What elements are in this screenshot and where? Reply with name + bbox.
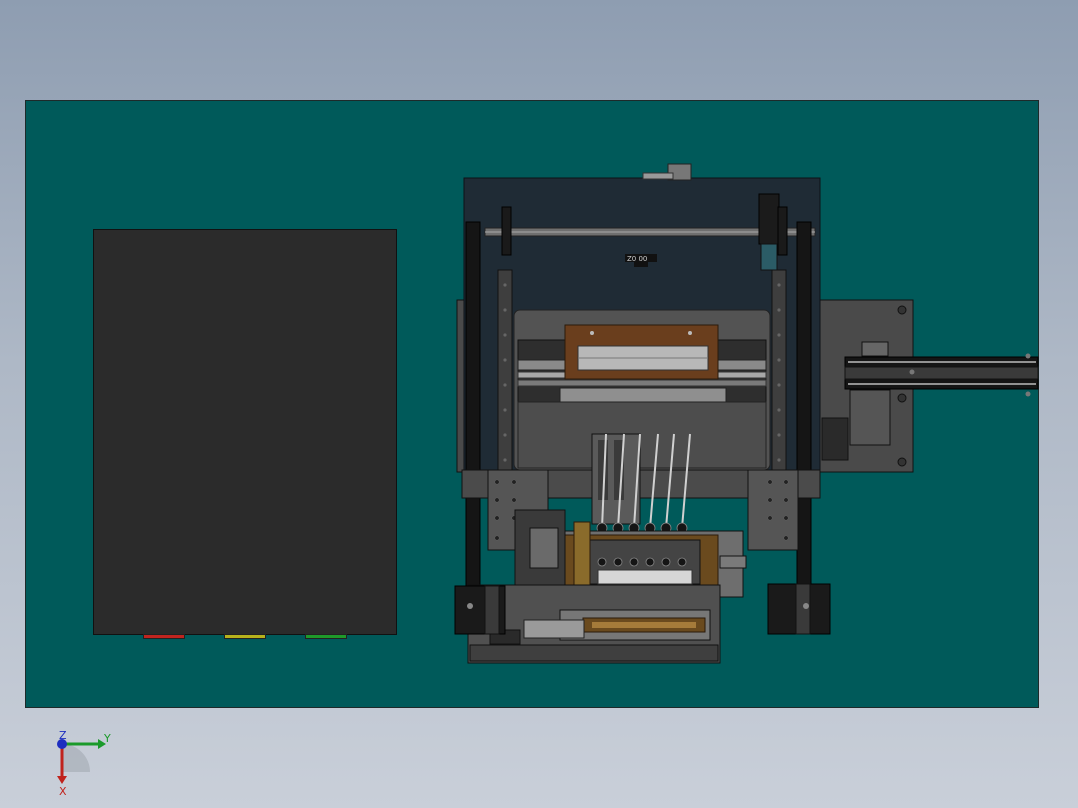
right-rail-outer <box>796 221 812 635</box>
indicator-lamp-yellow <box>224 634 266 639</box>
cad-viewport[interactable]: Z0 00 Z Y X <box>0 0 1078 808</box>
machine-assembly[interactable]: Z0 00 <box>440 160 1040 670</box>
screw-head <box>897 393 907 403</box>
side-motor <box>849 389 891 446</box>
screw-head <box>897 457 907 467</box>
coordinate-axis-triad-icon: Z Y X <box>57 729 111 798</box>
plate-label: Z0 00 <box>627 255 647 263</box>
right-rail-inner <box>771 269 787 471</box>
axis-y-label: Y <box>103 732 111 745</box>
left-rail-outer <box>465 221 481 635</box>
axis-z-label: Z <box>59 729 67 742</box>
control-cabinet[interactable] <box>93 229 397 635</box>
left-rail-inner <box>497 269 513 471</box>
gantry-right-block <box>747 469 799 551</box>
shaft-motor <box>758 193 780 245</box>
indicator-lamp-red <box>143 634 185 639</box>
screw-head <box>897 305 907 315</box>
axis-x-label: X <box>59 785 67 798</box>
side-bracket <box>821 417 849 461</box>
side-sensor <box>861 341 889 357</box>
indicator-lamp-green <box>305 634 347 639</box>
